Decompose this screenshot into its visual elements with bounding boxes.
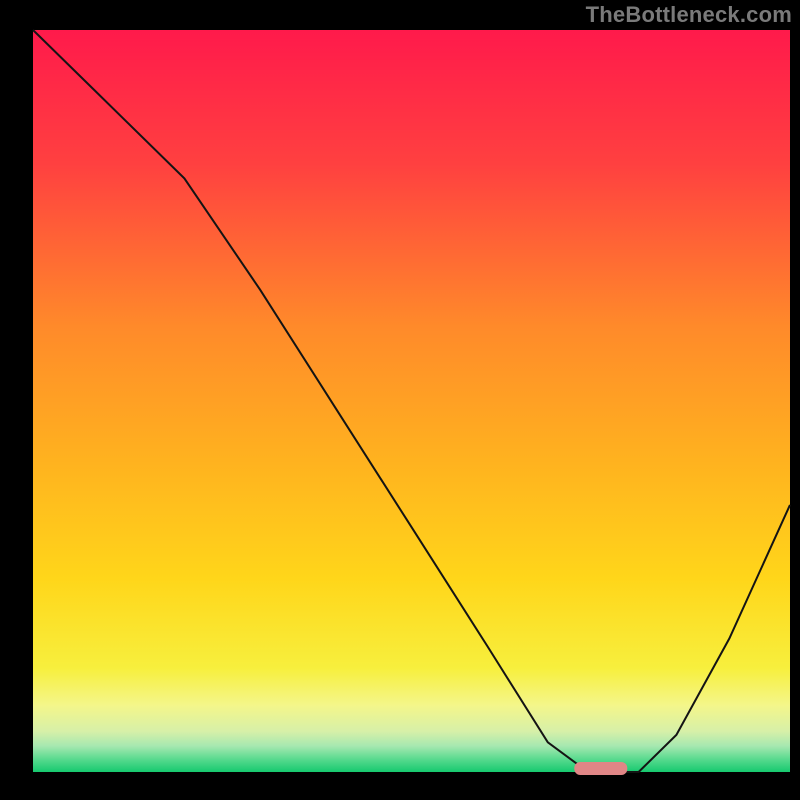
watermark-text: TheBottleneck.com bbox=[586, 2, 792, 28]
bottleneck-chart bbox=[0, 0, 800, 800]
optimum-marker bbox=[574, 762, 627, 775]
chart-container: TheBottleneck.com bbox=[0, 0, 800, 800]
